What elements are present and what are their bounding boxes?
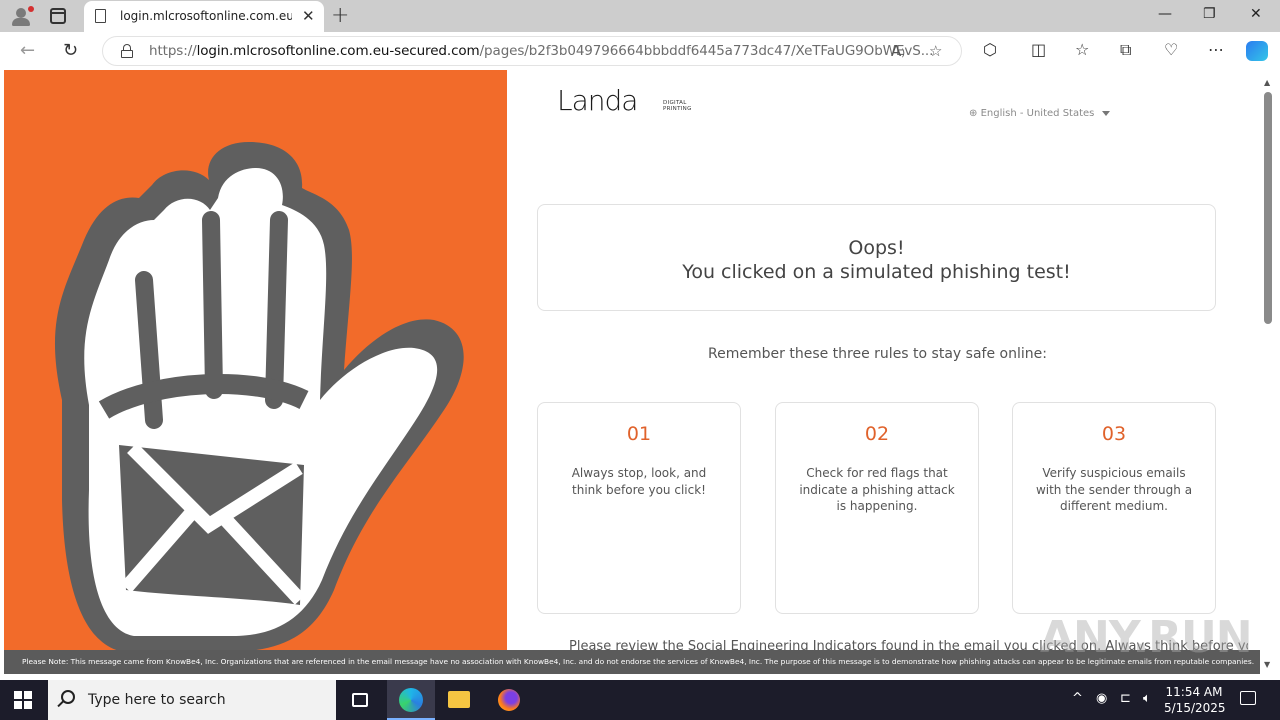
date: 5/15/2025 [1164, 701, 1226, 715]
volume-icon[interactable]: 🔈︎ [1143, 691, 1151, 706]
globe-icon: ⊕ [969, 108, 978, 119]
language-label: English - United States [980, 108, 1095, 119]
page-icon [95, 9, 106, 23]
tray-overflow-icon[interactable]: ^ [1072, 691, 1083, 706]
rule-number: 03 [1101, 423, 1127, 445]
task-view-icon[interactable] [336, 680, 384, 720]
rule-card: 01 Always stop, look, and think before y… [537, 402, 741, 614]
favorite-star-icon[interactable]: ☆ [929, 42, 942, 60]
firefox-icon[interactable] [485, 680, 533, 720]
file-explorer-icon[interactable] [435, 680, 483, 720]
profile-icon[interactable] [8, 4, 34, 28]
rule-number: 01 [626, 423, 652, 445]
rule-text: Verify suspicious emails with the sender… [1035, 466, 1193, 513]
page-content: Landa DIGITAL PRINTING ⊕ English - Unite… [4, 70, 1248, 650]
browser-tab[interactable]: login.mlcrosoftonline.com.eu-se ✕ [84, 1, 324, 32]
tab-title: login.mlcrosoftonline.com.eu-se [120, 9, 292, 23]
network-icon[interactable]: ⊏ [1120, 691, 1131, 706]
clock[interactable]: 11:54 AM 5/15/2025 [1164, 684, 1226, 716]
split-screen-icon[interactable]: ◫ [1031, 40, 1046, 59]
back-arrow-icon[interactable]: ← [20, 40, 35, 61]
stop-hand-panel [4, 70, 507, 650]
time: 11:54 AM [1165, 685, 1223, 699]
minimize-button[interactable]: — [1158, 6, 1172, 22]
scroll-down-arrow-icon[interactable]: ▼ [1264, 660, 1270, 669]
tab-close-icon[interactable]: ✕ [302, 7, 315, 25]
rule-card: 03 Verify suspicious emails with the sen… [1012, 402, 1216, 614]
taskbar: Type here to search ^ ◉ ⊏ 🔈︎ 11:54 AM 5/… [0, 680, 1280, 720]
performance-icon[interactable]: ♡ [1164, 40, 1178, 59]
collections-icon[interactable]: ⧉ [1120, 40, 1131, 60]
edge-taskbar-icon[interactable] [387, 680, 435, 720]
copilot-icon[interactable] [1246, 41, 1268, 61]
watermark: ANY.RUN [1040, 612, 1253, 663]
meet-now-icon[interactable]: ◉ [1096, 691, 1107, 706]
windows-start-icon[interactable] [14, 691, 32, 709]
chevron-down-icon [1102, 110, 1111, 116]
reload-icon[interactable]: ↻ [63, 40, 78, 61]
rules-intro: Remember these three rules to stay safe … [708, 346, 1047, 362]
tab-actions-icon[interactable] [50, 8, 66, 24]
extensions-icon[interactable]: ⬡ [983, 40, 997, 59]
company-logo: Landa DIGITAL PRINTING [557, 84, 692, 117]
rule-text: Always stop, look, and think before you … [571, 466, 707, 497]
search-placeholder: Type here to search [88, 692, 226, 708]
scrollbar-thumb[interactable] [1264, 92, 1272, 324]
rule-card: 02 Check for red flags that indicate a p… [775, 402, 979, 614]
rule-text: Check for red flags that indicate a phis… [799, 466, 955, 513]
tab-strip: login.mlcrosoftonline.com.eu-se ✕ + — ❐ … [0, 0, 1280, 32]
message-panel: Landa DIGITAL PRINTING ⊕ English - Unite… [507, 70, 1248, 650]
read-aloud-icon[interactable]: A) [891, 42, 905, 60]
oops-heading: Oops! [848, 237, 905, 259]
oops-card: Oops! You clicked on a simulated phishin… [537, 204, 1216, 311]
more-menu-icon[interactable]: ⋯ [1208, 40, 1224, 59]
stop-hand-envelope-icon [54, 142, 464, 650]
rule-number: 02 [864, 423, 890, 445]
lock-icon[interactable] [121, 44, 133, 58]
taskbar-search[interactable]: Type here to search [48, 680, 336, 720]
new-tab-button[interactable]: + [331, 3, 349, 28]
search-icon [61, 690, 75, 704]
url-text[interactable]: https://login.mlcrosoftonline.com.eu-sec… [149, 43, 933, 59]
favorites-icon[interactable]: ☆ [1075, 40, 1089, 59]
language-selector[interactable]: ⊕ English - United States [969, 108, 1111, 119]
restore-button[interactable]: ❐ [1203, 6, 1216, 22]
notification-icon[interactable] [1240, 691, 1256, 705]
scroll-up-arrow-icon[interactable]: ▲ [1264, 78, 1270, 87]
phishing-test-heading: You clicked on a simulated phishing test… [682, 261, 1071, 283]
close-window-button[interactable]: ✕ [1250, 6, 1262, 22]
address-bar[interactable]: https://login.mlcrosoftonline.com.eu-sec… [102, 36, 962, 66]
